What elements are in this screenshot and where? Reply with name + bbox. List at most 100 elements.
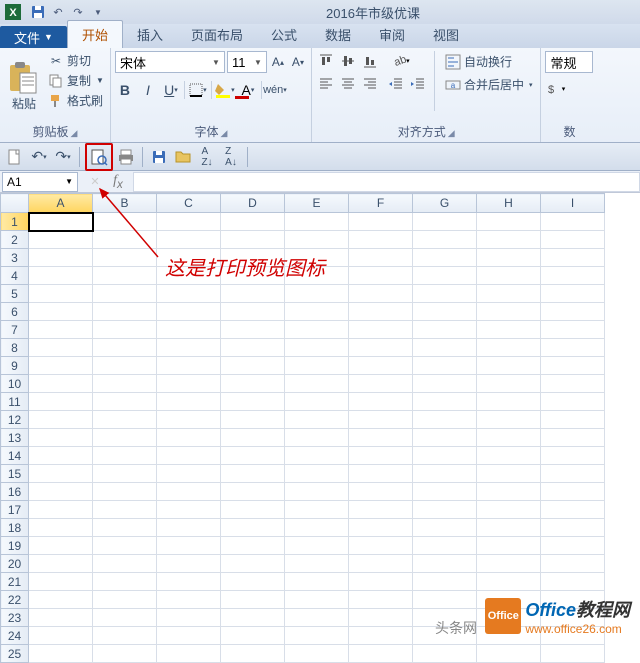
cell[interactable] <box>477 267 541 285</box>
cell[interactable] <box>29 249 93 267</box>
cell[interactable] <box>29 267 93 285</box>
cell[interactable] <box>29 447 93 465</box>
cell[interactable] <box>285 411 349 429</box>
cell[interactable] <box>349 213 413 231</box>
cell[interactable] <box>157 447 221 465</box>
cell[interactable] <box>477 465 541 483</box>
cell[interactable] <box>157 285 221 303</box>
sort-desc-button[interactable]: ZA↓ <box>220 146 242 168</box>
decrease-indent-button[interactable] <box>386 74 406 94</box>
cell[interactable] <box>477 303 541 321</box>
cell[interactable] <box>477 339 541 357</box>
cell[interactable] <box>349 303 413 321</box>
cell[interactable] <box>541 429 605 447</box>
increase-font-button[interactable]: A▴ <box>269 51 287 73</box>
cell[interactable] <box>221 357 285 375</box>
cell[interactable] <box>541 357 605 375</box>
cell[interactable] <box>541 465 605 483</box>
cell[interactable] <box>413 483 477 501</box>
phonetic-button[interactable]: wén▾ <box>265 79 285 101</box>
cell[interactable] <box>93 609 157 627</box>
cell[interactable] <box>157 339 221 357</box>
col-header[interactable]: I <box>541 194 605 213</box>
row-header[interactable]: 17 <box>1 501 29 519</box>
merge-center-button[interactable]: a 合并后居中▾ <box>441 74 537 95</box>
cell[interactable] <box>477 573 541 591</box>
cell[interactable] <box>349 537 413 555</box>
cell[interactable] <box>221 501 285 519</box>
cell[interactable] <box>349 375 413 393</box>
cell[interactable] <box>29 303 93 321</box>
cell[interactable] <box>29 555 93 573</box>
tab-review[interactable]: 审阅 <box>365 21 419 48</box>
print-preview-button[interactable] <box>88 146 110 168</box>
cell[interactable] <box>285 591 349 609</box>
row-header[interactable]: 12 <box>1 411 29 429</box>
cell[interactable] <box>541 213 605 231</box>
col-header[interactable]: B <box>93 194 157 213</box>
align-middle-button[interactable] <box>338 51 358 71</box>
cell[interactable] <box>541 573 605 591</box>
qat-dropdown-icon[interactable]: ▼ <box>90 4 106 20</box>
cell[interactable] <box>349 519 413 537</box>
cell[interactable] <box>349 249 413 267</box>
cell[interactable] <box>221 447 285 465</box>
col-header[interactable]: F <box>349 194 413 213</box>
cell[interactable] <box>157 501 221 519</box>
row-header[interactable]: 3 <box>1 249 29 267</box>
tab-home[interactable]: 开始 <box>67 20 123 48</box>
cell[interactable] <box>285 321 349 339</box>
cell[interactable] <box>221 213 285 231</box>
cell[interactable] <box>221 483 285 501</box>
cell[interactable] <box>285 537 349 555</box>
cell[interactable] <box>477 357 541 375</box>
row-header[interactable]: 24 <box>1 627 29 645</box>
open-button[interactable] <box>172 146 194 168</box>
cell[interactable] <box>413 411 477 429</box>
cell[interactable] <box>93 465 157 483</box>
cell[interactable] <box>221 537 285 555</box>
col-header[interactable]: D <box>221 194 285 213</box>
cell[interactable] <box>221 519 285 537</box>
cell[interactable] <box>157 393 221 411</box>
new-button[interactable] <box>4 146 26 168</box>
increase-indent-button[interactable] <box>408 74 428 94</box>
cell[interactable] <box>29 609 93 627</box>
tab-page-layout[interactable]: 页面布局 <box>177 21 257 48</box>
cell[interactable] <box>29 429 93 447</box>
cell[interactable] <box>157 555 221 573</box>
cell[interactable] <box>477 483 541 501</box>
row-header[interactable]: 21 <box>1 573 29 591</box>
cell[interactable] <box>157 627 221 645</box>
cancel-formula-button[interactable]: ✕ <box>84 173 106 191</box>
cell[interactable] <box>349 447 413 465</box>
cell[interactable] <box>413 573 477 591</box>
cell[interactable] <box>413 249 477 267</box>
cell[interactable] <box>413 213 477 231</box>
cell[interactable] <box>93 249 157 267</box>
cell[interactable] <box>157 303 221 321</box>
file-tab[interactable]: 文件 ▼ <box>0 26 67 48</box>
font-size-combo[interactable]: 11▼ <box>227 51 267 73</box>
align-bottom-button[interactable] <box>360 51 380 71</box>
cell[interactable] <box>93 411 157 429</box>
cell[interactable] <box>157 231 221 249</box>
cell[interactable] <box>29 573 93 591</box>
cell[interactable] <box>477 231 541 249</box>
align-left-button[interactable] <box>316 74 336 94</box>
cell[interactable] <box>349 627 413 645</box>
cell[interactable] <box>285 501 349 519</box>
cell[interactable] <box>221 465 285 483</box>
cell[interactable] <box>221 591 285 609</box>
cell[interactable] <box>541 339 605 357</box>
cell[interactable] <box>285 447 349 465</box>
cell[interactable] <box>413 285 477 303</box>
cell[interactable] <box>157 465 221 483</box>
undo-button[interactable]: ↶▾ <box>28 146 50 168</box>
copy-button[interactable]: 复制▼ <box>46 71 106 90</box>
number-format-combo[interactable]: 常规 <box>545 51 593 73</box>
row-header[interactable]: 20 <box>1 555 29 573</box>
cell[interactable] <box>413 357 477 375</box>
cell[interactable] <box>29 375 93 393</box>
cell[interactable] <box>29 483 93 501</box>
